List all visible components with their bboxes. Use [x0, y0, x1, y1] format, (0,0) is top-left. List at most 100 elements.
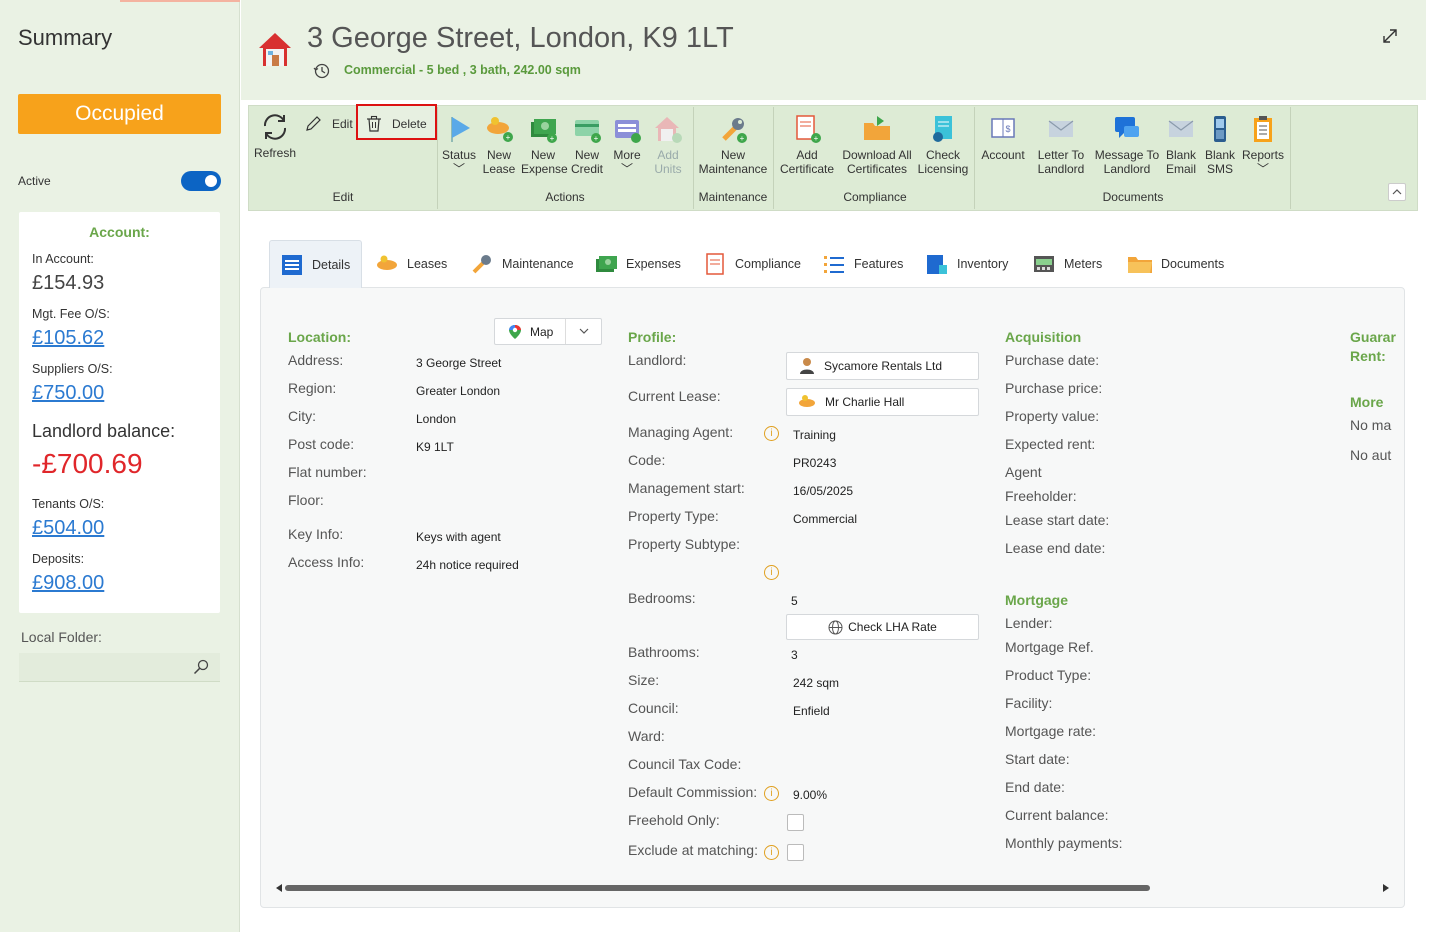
current-lease-link-button[interactable]: Mr Charlie Hall [786, 388, 979, 416]
scroll-left-arrow-icon[interactable] [275, 884, 283, 892]
letter-label-1: Letter To [1037, 148, 1085, 162]
new-lease-button[interactable]: + New Lease [481, 114, 517, 176]
add-certificate-button[interactable]: + Add Certificate [777, 114, 837, 176]
new-expense-button[interactable]: + New Expense [521, 114, 568, 176]
folder-download-icon [864, 116, 890, 140]
more-button[interactable]: More ﹀ [609, 114, 645, 176]
in-account-label: In Account: [32, 252, 94, 266]
svg-text:+: + [550, 134, 555, 143]
new-credit-button[interactable]: + New Credit [569, 114, 605, 176]
add-units-button: Add Units [648, 114, 688, 176]
svg-text:+: + [814, 134, 819, 143]
history-icon[interactable] [313, 62, 331, 80]
more-label: More [613, 148, 641, 162]
tab-meters[interactable]: Meters [1022, 240, 1112, 288]
new-maintenance-button[interactable]: + New Maintenance [697, 114, 769, 176]
expand-icon[interactable] [1381, 27, 1399, 45]
property-subtitle: Commercial - 5 bed , 3 bath, 242.00 sqm [344, 63, 581, 77]
lender-label: Lender: [1005, 615, 1053, 631]
new-expense-label-1: New [530, 148, 555, 162]
download-all-certificates-button[interactable]: Download All Certificates [839, 114, 915, 176]
info-icon[interactable]: i [764, 786, 779, 801]
info-icon[interactable]: i [764, 426, 779, 441]
blank-sms-button[interactable]: Blank SMS [1202, 114, 1238, 176]
map-button[interactable]: Map [494, 318, 602, 345]
tab-expenses[interactable]: Expenses [584, 240, 691, 288]
message-label-2: Landlord [1103, 162, 1151, 176]
refresh-button[interactable]: Refresh [254, 112, 296, 160]
blank-sms-label-2: SMS [1206, 162, 1233, 176]
postcode-label: Post code: [288, 436, 355, 452]
default-commission-value: 9.00% [793, 788, 828, 802]
local-folder-input[interactable] [19, 653, 220, 682]
address-value: 3 George Street [416, 356, 502, 370]
chevron-down-icon[interactable] [579, 328, 589, 335]
trash-icon [367, 115, 381, 132]
blank-email-button[interactable]: Blank Email [1163, 114, 1199, 176]
map-pin-icon [509, 324, 521, 339]
summary-title: Summary [18, 25, 113, 50]
suppliers-link[interactable]: £750.00 [32, 382, 104, 405]
group-divider [773, 107, 774, 209]
status-button[interactable]: Status ﹀ [441, 114, 477, 176]
check-licensing-button[interactable]: Check Licensing [917, 114, 969, 176]
scroll-right-arrow-icon[interactable] [1382, 884, 1390, 892]
purchase-date-label: Purchase date: [1005, 352, 1100, 368]
reports-button[interactable]: Reports ﹀ [1241, 114, 1285, 176]
tenants-link[interactable]: £504.00 [32, 517, 104, 540]
message-to-landlord-button[interactable]: Message To Landlord [1094, 114, 1160, 176]
collapse-ribbon-button[interactable] [1388, 183, 1406, 201]
svg-text:$: $ [1005, 124, 1010, 134]
group-divider [974, 107, 975, 209]
tab-label: Leases [407, 257, 448, 271]
tab-compliance[interactable]: Compliance [693, 240, 811, 288]
exclude-at-matching-checkbox[interactable] [787, 844, 804, 861]
edit-button[interactable]: Edit [304, 115, 356, 133]
letter-to-landlord-button[interactable]: Letter To Landlord [1032, 114, 1090, 176]
freehold-only-checkbox[interactable] [787, 814, 804, 831]
delete-button[interactable]: Delete [365, 115, 431, 133]
guarantee-header: Guarar [1350, 329, 1396, 345]
account-button[interactable]: $ Account [979, 114, 1027, 162]
active-toggle[interactable] [181, 171, 221, 191]
tab-label: Compliance [735, 257, 802, 271]
tab-documents[interactable]: Documents [1117, 240, 1234, 288]
scrollbar-thumb[interactable] [285, 885, 1150, 891]
more-line-2: No aut [1350, 447, 1392, 463]
wrench-icon: + [722, 118, 747, 143]
current-balance-label: Current balance: [1005, 807, 1109, 823]
mortgage-header: Mortgage [1005, 592, 1068, 608]
landlord-value: Sycamore Rentals Ltd [824, 359, 943, 373]
account-header: Account: [89, 224, 150, 240]
group-divider [1290, 107, 1291, 209]
facility-label: Facility: [1005, 695, 1053, 711]
active-label: Active [18, 174, 51, 188]
suppliers-label: Suppliers O/S: [32, 362, 113, 376]
council-label: Council: [628, 700, 679, 716]
tab-details[interactable]: Details [269, 240, 362, 288]
tab-features[interactable]: Features [812, 240, 913, 288]
info-icon[interactable]: i [764, 845, 779, 860]
location-header: Location: [288, 329, 351, 345]
check-lha-rate-button[interactable]: Check LHA Rate [786, 614, 979, 640]
wrench-icon [472, 255, 491, 274]
flag-icon [451, 117, 470, 142]
deposits-link[interactable]: £908.00 [32, 572, 104, 595]
account-card: Account: In Account: £154.93 Mgt. Fee O/… [19, 212, 220, 613]
tab-inventory[interactable]: Inventory [915, 240, 1018, 288]
check-licensing-label-1: Check [925, 148, 960, 162]
current-lease-value: Mr Charlie Hall [825, 395, 905, 409]
purchase-price-label: Purchase price: [1005, 380, 1103, 396]
landlord-balance-label: Landlord balance: [32, 421, 176, 441]
person-icon [800, 358, 814, 374]
mgt-fee-link[interactable]: £105.62 [32, 327, 104, 350]
key-info-value: Keys with agent [416, 530, 501, 544]
tab-maintenance[interactable]: Maintenance [460, 240, 584, 288]
blank-email-label-1: Blank [1165, 148, 1197, 162]
access-info-label: Access Info: [288, 554, 365, 570]
info-icon[interactable]: i [764, 565, 779, 580]
tab-leases[interactable]: Leases [365, 240, 457, 288]
search-icon[interactable] [193, 659, 209, 675]
landlord-link-button[interactable]: Sycamore Rentals Ltd [786, 352, 979, 380]
more-header: More [1350, 394, 1384, 410]
